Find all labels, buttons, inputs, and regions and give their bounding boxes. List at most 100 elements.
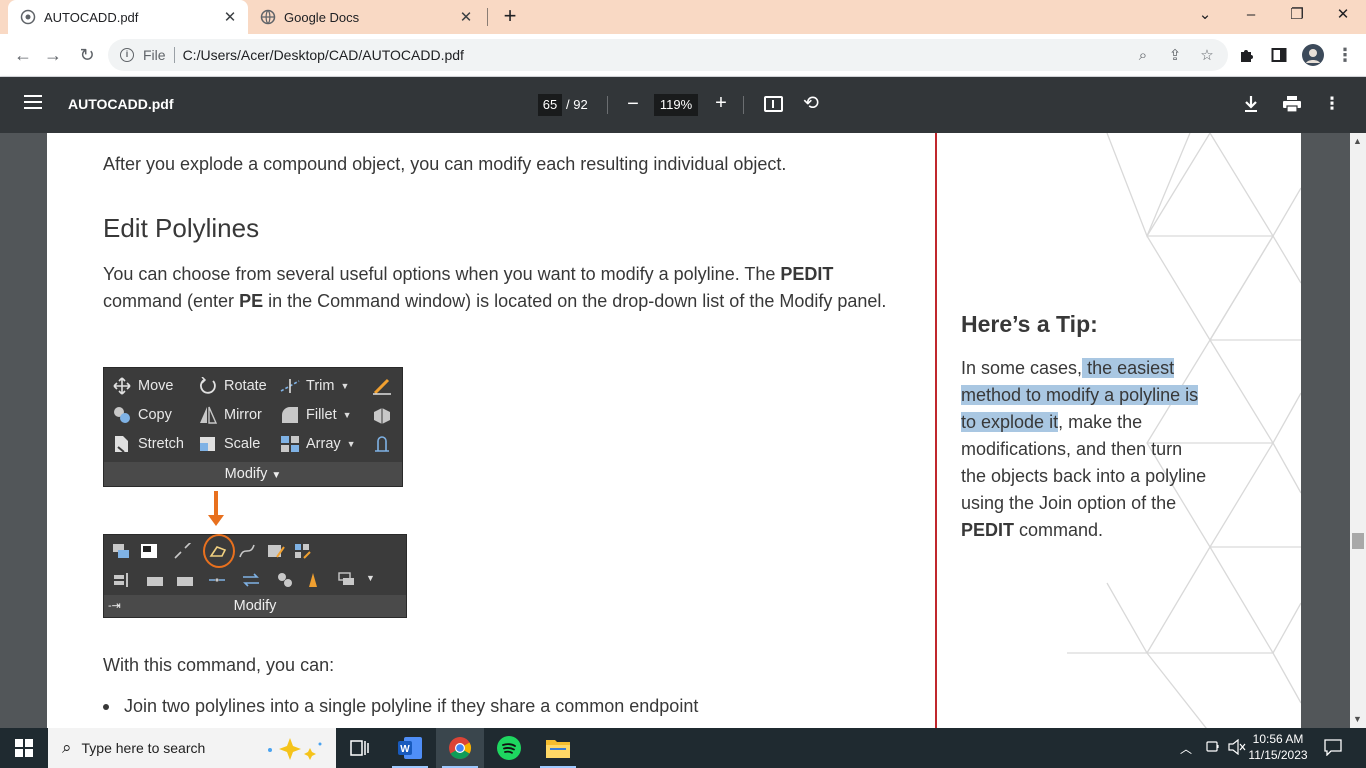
svg-text:W: W xyxy=(400,744,410,755)
edit-hatch-icon xyxy=(267,543,285,559)
scroll-up-arrow-icon[interactable]: ▲ xyxy=(1353,136,1362,146)
minimize-button[interactable]: – xyxy=(1228,0,1274,30)
task-view-button[interactable] xyxy=(336,728,384,768)
stretch-icon xyxy=(112,435,132,453)
network-icon[interactable] xyxy=(1205,739,1221,760)
fit-to-page-icon[interactable] xyxy=(764,96,783,112)
word-app-button[interactable]: W xyxy=(386,728,434,768)
notifications-icon[interactable] xyxy=(1324,738,1342,761)
trim-button: Trim ▼ xyxy=(280,377,349,395)
copy-button: Copy xyxy=(112,406,172,424)
more-options-icon[interactable]: ⋮ xyxy=(1321,93,1343,115)
tab-separator xyxy=(487,8,488,26)
erase-icon xyxy=(372,377,392,395)
search-icon: ⌕ xyxy=(62,738,72,757)
show-hidden-icons-chevron-icon[interactable]: ︿ xyxy=(1180,740,1192,757)
column-divider xyxy=(935,133,937,728)
chrome-icon xyxy=(449,737,471,759)
modify-panel-image: Move Rotate Trim ▼ Copy Mirror Fillet ▼ St… xyxy=(103,367,403,487)
reload-icon[interactable]: ↻ xyxy=(72,40,102,70)
forward-arrow-icon[interactable]: → xyxy=(38,40,68,70)
browser-menu-icon[interactable]: ⋮ xyxy=(1330,40,1360,70)
zoom-icon[interactable]: ⌕ xyxy=(1134,47,1152,65)
pdf-viewer[interactable]: After you explode a compound object, you… xyxy=(0,133,1350,728)
rotate-tool-icon xyxy=(198,376,218,395)
stretch-button: Stretch xyxy=(112,435,184,453)
tab-autocadd-pdf[interactable]: AUTOCADD.pdf ✕ xyxy=(8,0,248,34)
fillet-icon xyxy=(280,406,300,424)
profile-avatar[interactable] xyxy=(1298,40,1328,70)
more-tools-icon xyxy=(338,572,356,588)
panel-title: Modify ▼ xyxy=(104,462,402,486)
copy-nested-icon xyxy=(276,572,294,588)
scheme-label: File xyxy=(143,47,166,63)
zoom-out-button[interactable]: − xyxy=(624,93,642,115)
start-button[interactable] xyxy=(0,728,48,768)
page-total: / 92 xyxy=(566,97,588,112)
overkill-icon xyxy=(304,572,322,588)
close-window-button[interactable]: ✕ xyxy=(1320,0,1366,30)
move-button: Move xyxy=(112,377,173,395)
restore-button[interactable]: ❐ xyxy=(1274,0,1320,30)
paragraph-explode: After you explode a compound object, you… xyxy=(103,154,787,174)
info-icon[interactable]: i xyxy=(120,48,134,62)
tab-title: Google Docs xyxy=(284,9,360,25)
move-icon xyxy=(112,377,132,395)
reverse-icon xyxy=(242,572,260,588)
new-tab-button[interactable]: + xyxy=(498,4,522,28)
lengthen-icon xyxy=(146,572,164,588)
trim-icon xyxy=(280,377,300,395)
array-button: Array ▼ xyxy=(280,435,356,453)
taskbar-clock[interactable]: 10:56 AM 11/15/2023 xyxy=(1246,731,1310,763)
callout-arrowhead xyxy=(208,515,224,526)
extensions-puzzle-icon[interactable] xyxy=(1232,40,1262,70)
paragraph-with-command: With this command, you can: xyxy=(103,655,335,675)
bullet-dot xyxy=(103,704,109,711)
url-text: C:/Users/Acer/Desktop/CAD/AUTOCADD.pdf xyxy=(182,47,464,63)
globe-icon xyxy=(260,9,276,25)
spotify-icon xyxy=(497,736,521,760)
spline-icon xyxy=(238,543,256,559)
tip-heading: Here’s a Tip: xyxy=(961,311,1098,337)
scroll-down-arrow-icon[interactable]: ▼ xyxy=(1353,714,1362,724)
join-icon xyxy=(208,572,226,588)
panel-title: -⇥ Modify xyxy=(104,595,406,617)
download-icon[interactable] xyxy=(1240,93,1262,115)
back-arrow-icon[interactable]: ← xyxy=(8,40,38,70)
address-field[interactable]: i File C:/Users/Acer/Desktop/CAD/AUTOCAD… xyxy=(108,39,1228,71)
taskbar-search-box[interactable]: ⌕ Type here to search xyxy=(48,728,336,768)
file-explorer-app-button[interactable] xyxy=(534,728,582,768)
spotify-app-button[interactable] xyxy=(486,728,534,768)
chamfer-icon xyxy=(176,572,194,588)
zoom-level-input[interactable]: 119% xyxy=(654,94,698,116)
offset-icon xyxy=(372,435,392,453)
break-icon xyxy=(174,541,192,559)
zoom-in-button[interactable]: + xyxy=(712,92,730,114)
mirror-icon xyxy=(198,406,218,424)
mirror-button: Mirror xyxy=(198,406,262,424)
rotate-icon[interactable]: ⟲ xyxy=(800,93,822,115)
tab-google-docs[interactable]: Google Docs ✕ xyxy=(252,0,484,34)
page-number-input[interactable]: 65 xyxy=(538,94,562,116)
scrollbar-thumb[interactable] xyxy=(1352,533,1364,549)
explode-icon xyxy=(372,406,392,424)
paragraph-pedit: You can choose from several useful optio… xyxy=(103,264,887,311)
share-icon[interactable]: ⇪ xyxy=(1166,47,1184,65)
volume-icon[interactable] xyxy=(1228,738,1246,760)
copy-icon xyxy=(112,406,132,424)
tab-search-chevron-icon[interactable]: ⌄ xyxy=(1182,0,1228,30)
modify-panel-expanded-image: ▼ -⇥ Modify xyxy=(103,534,407,618)
scale-button: Scale xyxy=(198,435,260,453)
print-icon[interactable] xyxy=(1281,93,1303,115)
bookmark-star-icon[interactable]: ☆ xyxy=(1198,47,1216,65)
pdf-page: After you explode a compound object, you… xyxy=(47,133,1301,728)
chrome-app-button[interactable] xyxy=(436,728,484,768)
tip-paragraph: In some cases, the easiest method to mod… xyxy=(961,358,1207,540)
vertical-scrollbar[interactable]: ▲ ▼ xyxy=(1350,133,1366,728)
close-tab-icon[interactable]: ✕ xyxy=(456,8,476,26)
side-panel-icon[interactable] xyxy=(1264,40,1294,70)
array-icon xyxy=(280,435,300,453)
address-separator xyxy=(173,47,175,63)
close-tab-icon[interactable]: ✕ xyxy=(220,8,240,26)
hamburger-menu-icon[interactable] xyxy=(24,95,42,109)
